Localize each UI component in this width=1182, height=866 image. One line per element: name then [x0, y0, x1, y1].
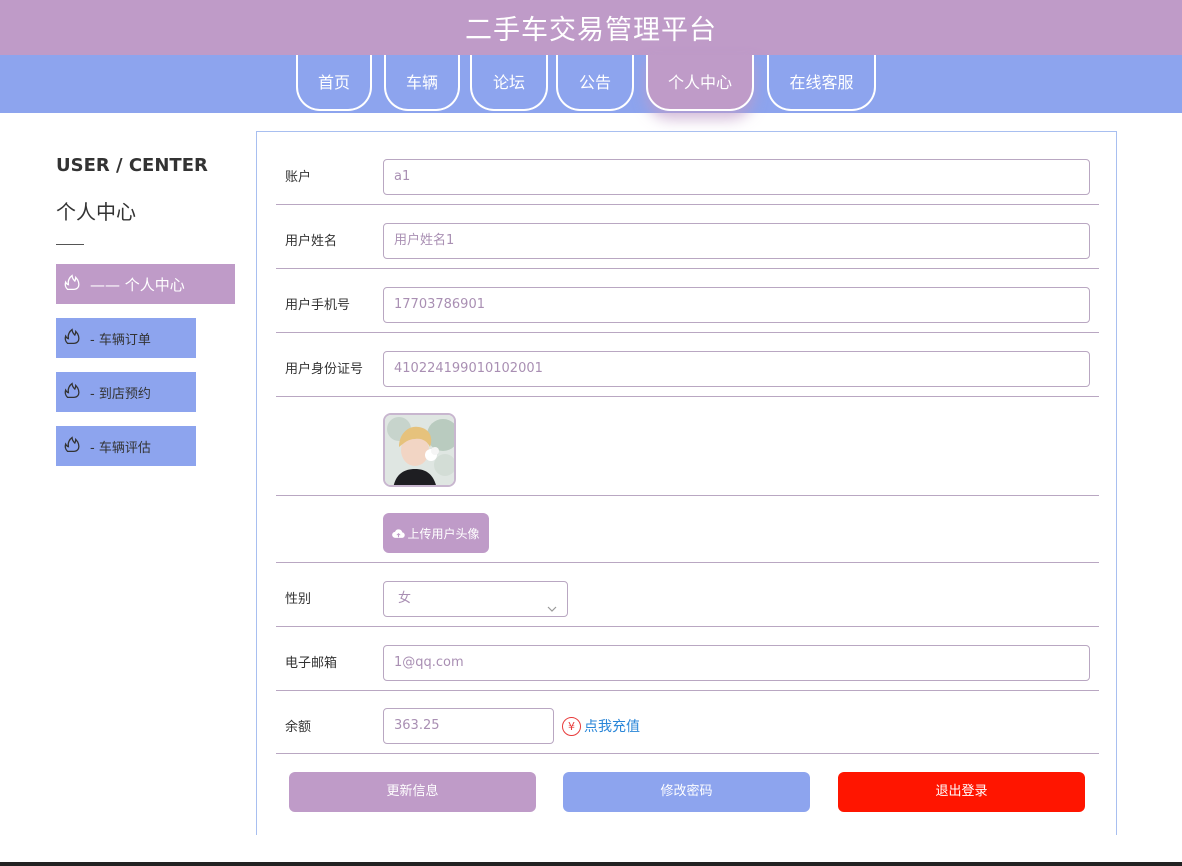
sidebar-item-label: - 车辆订单	[90, 332, 151, 348]
gender-value: 女	[398, 591, 412, 606]
chevron-down-icon	[547, 594, 557, 628]
nav-home[interactable]: 首页	[296, 55, 372, 111]
phone-label: 用户手机号	[285, 298, 351, 313]
email-field[interactable]: 1@qq.com	[383, 645, 1090, 681]
nav-forum[interactable]: 论坛	[470, 55, 548, 111]
sidebar-item-label: —— 个人中心	[90, 275, 185, 294]
upload-avatar-button[interactable]: 上传用户头像	[383, 513, 489, 553]
idcard-label: 用户身份证号	[285, 362, 364, 377]
account-field[interactable]: a1	[383, 159, 1090, 195]
sidebar-item-vehicle-evaluation[interactable]: - 车辆评估	[56, 426, 196, 466]
flame-icon	[62, 433, 90, 459]
balance-label: 余额	[285, 720, 312, 735]
nav-online-service[interactable]: 在线客服	[767, 55, 876, 111]
nav-announcements[interactable]: 公告	[556, 55, 634, 111]
flame-icon	[62, 271, 90, 297]
app-title: 二手车交易管理平台	[465, 15, 717, 46]
account-label: 账户	[285, 170, 312, 185]
update-info-button[interactable]: 更新信息	[289, 772, 536, 812]
app-header: 二手车交易管理平台	[0, 0, 1182, 55]
nav-user-center[interactable]: 个人中心	[646, 55, 754, 111]
nav-vehicles[interactable]: 车辆	[384, 55, 460, 111]
sidebar-item-label: - 车辆评估	[90, 440, 151, 456]
recharge-label: 点我充值	[584, 719, 640, 735]
profile-panel: 账户 a1 用户姓名 用户姓名1 用户手机号 17703786901 用户身份证…	[256, 131, 1117, 835]
name-label: 用户姓名	[285, 234, 338, 249]
window-bottom-edge	[0, 862, 1182, 866]
sidebar-item-store-booking[interactable]: - 到店预约	[56, 372, 196, 412]
name-field[interactable]: 用户姓名1	[383, 223, 1090, 259]
yen-icon: ¥	[562, 716, 581, 736]
email-label: 电子邮箱	[285, 656, 338, 671]
sidebar-item-user-center[interactable]: —— 个人中心	[56, 264, 235, 304]
avatar	[383, 413, 456, 487]
sidebar-item-vehicle-orders[interactable]: - 车辆订单	[56, 318, 196, 358]
sidebar-item-label: - 到店预约	[90, 386, 151, 402]
logout-button[interactable]: 退出登录	[838, 772, 1085, 812]
sidebar-title-cn: 个人中心	[56, 200, 136, 224]
balance-field[interactable]: 363.25	[383, 708, 554, 744]
idcard-field[interactable]: 410224199010102001	[383, 351, 1090, 387]
flame-icon	[62, 379, 90, 405]
change-password-button[interactable]: 修改密码	[563, 772, 810, 812]
main-nav: 首页 车辆 论坛 公告 个人中心 在线客服	[0, 55, 1182, 113]
upload-avatar-label: 上传用户头像	[407, 526, 480, 541]
gender-label: 性别	[285, 592, 312, 607]
recharge-link[interactable]: ¥ 点我充值	[562, 716, 640, 736]
phone-field[interactable]: 17703786901	[383, 287, 1090, 323]
sidebar-divider	[56, 244, 84, 245]
gender-select[interactable]: 女	[383, 581, 568, 617]
cloud-upload-icon	[392, 528, 406, 539]
flame-icon	[62, 325, 90, 351]
sidebar-title-en: USER / CENTER	[56, 155, 208, 176]
